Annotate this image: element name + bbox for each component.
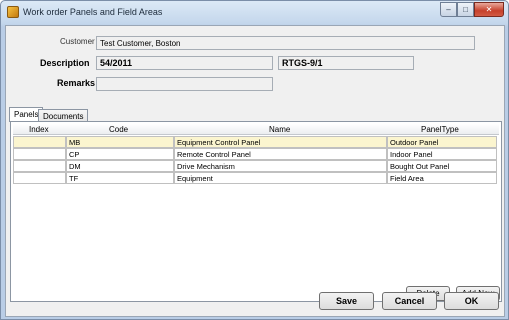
code-cell[interactable]: CP [66, 148, 174, 160]
name-cell[interactable]: Drive Mechanism [174, 160, 387, 172]
description-label: Description [40, 58, 90, 68]
customer-label: Customer [60, 37, 95, 46]
paneltype-cell[interactable]: Outdoor Panel [387, 136, 497, 148]
index-cell[interactable] [13, 172, 66, 184]
title-bar[interactable]: Work order Panels and Field Areas – □ ✕ [1, 1, 508, 25]
column-header-name[interactable]: Name [269, 125, 290, 134]
app-icon [7, 6, 19, 18]
code-cell[interactable]: MB [66, 136, 174, 148]
ok-button[interactable]: OK [444, 292, 499, 310]
code-cell[interactable]: TF [66, 172, 174, 184]
dialog-window: Work order Panels and Field Areas – □ ✕ … [0, 0, 509, 320]
paneltype-cell[interactable]: Indoor Panel [387, 148, 497, 160]
reference-field[interactable]: RTGS-9/1 [278, 56, 414, 70]
table-row[interactable]: TF Equipment Field Area [13, 172, 499, 184]
remarks-field[interactable] [96, 77, 273, 91]
maximize-button[interactable]: □ [457, 2, 474, 17]
index-cell[interactable] [13, 136, 66, 148]
table-row[interactable]: CP Remote Control Panel Indoor Panel [13, 148, 499, 160]
minimize-button[interactable]: – [440, 2, 457, 17]
save-button[interactable]: Save [319, 292, 374, 310]
cancel-button[interactable]: Cancel [382, 292, 437, 310]
column-header-paneltype[interactable]: PanelType [421, 125, 459, 134]
name-cell[interactable]: Equipment Control Panel [174, 136, 387, 148]
name-cell[interactable]: Remote Control Panel [174, 148, 387, 160]
column-header-index[interactable]: Index [29, 125, 49, 134]
description-field[interactable]: 54/2011 [96, 56, 273, 70]
index-cell[interactable] [13, 148, 66, 160]
table-row[interactable]: MB Equipment Control Panel Outdoor Panel [13, 136, 499, 148]
grid-header: Index Code Name PanelType [13, 124, 499, 135]
table-row[interactable]: DM Drive Mechanism Bought Out Panel [13, 160, 499, 172]
name-cell[interactable]: Equipment [174, 172, 387, 184]
remarks-label: Remarks [57, 78, 96, 88]
close-button[interactable]: ✕ [474, 2, 504, 17]
code-cell[interactable]: DM [66, 160, 174, 172]
index-cell[interactable] [13, 160, 66, 172]
paneltype-cell[interactable]: Field Area [387, 172, 497, 184]
column-header-code[interactable]: Code [109, 125, 128, 134]
window-title: Work order Panels and Field Areas [23, 7, 163, 17]
paneltype-cell[interactable]: Bought Out Panel [387, 160, 497, 172]
customer-field: Test Customer, Boston [96, 36, 475, 50]
dialog-body: Customer Test Customer, Boston Descripti… [5, 25, 505, 317]
panels-tab-page: Index Code Name PanelType MB Equipment C… [10, 121, 502, 302]
